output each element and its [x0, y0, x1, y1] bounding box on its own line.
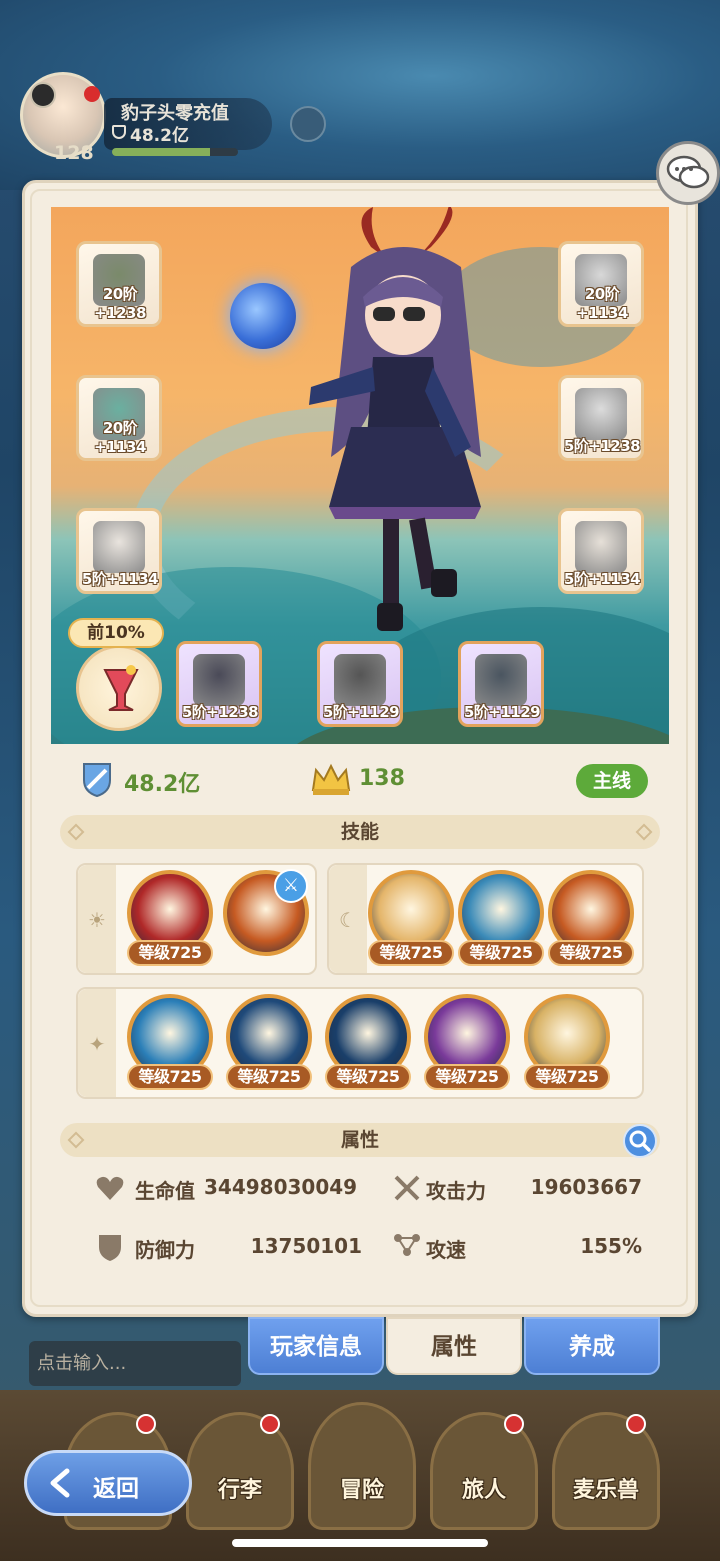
equipment-slot[interactable]: 5阶+1129 [458, 641, 544, 727]
attributes-title: 属性 [340, 1129, 379, 1151]
skill-level-label: 等级725 [524, 1064, 610, 1090]
equipment-slot[interactable]: 20阶+1134 [558, 241, 644, 327]
character-sprite [309, 207, 481, 631]
equipment-level-label: 5阶+1129 [463, 703, 541, 721]
equipment-level-label: 20阶+1134 [94, 419, 146, 456]
banner-diamond [67, 1131, 85, 1149]
skill-level-label: 等级725 [226, 1064, 312, 1090]
equipment-icon [475, 654, 527, 706]
heart-icon [96, 1176, 124, 1200]
notification-dot [260, 1414, 280, 1434]
defense-label: 防御力 [135, 1238, 195, 1262]
nav-label-pet: 麦乐兽 [572, 1478, 639, 1503]
equipment-icon [334, 654, 386, 706]
sun-icon: ☀ [88, 908, 106, 932]
equipment-icon [575, 388, 627, 440]
banner-diamond [635, 823, 653, 841]
notification-dot [136, 1414, 156, 1434]
skill-level-label: 等级725 [127, 940, 213, 966]
hp-label: 生命值 [135, 1179, 195, 1203]
moon-icon: ☾ [339, 908, 357, 932]
exp-bar [112, 148, 238, 156]
equipment-level-label: 20阶+1238 [94, 285, 146, 322]
skills-banner: 技能 [60, 815, 660, 849]
nav-item-adventure[interactable] [308, 1402, 416, 1530]
attack-label: 攻击力 [426, 1179, 486, 1203]
tab-attributes[interactable]: 属性 [386, 1317, 522, 1375]
exp-bar-fill [112, 148, 211, 156]
crown-icon [311, 763, 351, 795]
sword-icon[interactable]: ⚔ [274, 869, 308, 903]
equipment-slot[interactable]: 20阶+1134 [76, 375, 162, 461]
chat-input[interactable]: 点击输入... [29, 1341, 241, 1386]
equipment-level-label: 5阶+1129 [322, 703, 400, 721]
notification-dot [504, 1414, 524, 1434]
skill-level-label: 等级725 [458, 940, 544, 966]
equipment-icon [93, 521, 145, 573]
back-button[interactable]: 返回 [24, 1450, 192, 1516]
skills-title: 技能 [340, 821, 379, 843]
notification-dot [626, 1414, 646, 1434]
equipment-icon [193, 654, 245, 706]
skill-level-label: 等级725 [325, 1064, 411, 1090]
player-power: 48.2亿 [130, 126, 189, 146]
star-icon: ✦ [88, 1032, 106, 1056]
skill-level-label: 等级725 [548, 940, 634, 966]
shield-icon [112, 125, 126, 139]
equipment-slot[interactable]: 5阶+1134 [558, 508, 644, 594]
magic-orb [230, 283, 296, 349]
equipment-icon [575, 521, 627, 573]
back-arrow-icon [50, 1468, 70, 1498]
attack-speed-icon [394, 1234, 420, 1256]
defense-value: 13750101 [250, 1234, 362, 1258]
player-level: 128 [54, 142, 94, 164]
equipment-level-label: 5阶+1238 [181, 703, 259, 721]
bear-icon[interactable] [290, 106, 326, 142]
combat-power-icon [83, 763, 111, 798]
skill-level-label: 等级725 [424, 1064, 510, 1090]
mainline-tag: 主线 [576, 764, 648, 798]
potion-slot[interactable] [76, 645, 162, 731]
equipment-level-label: 5阶+1134 [563, 570, 641, 588]
nav-label-traveler: 旅人 [461, 1478, 506, 1503]
equipment-slot[interactable]: 5阶+1134 [76, 508, 162, 594]
notification-dot [84, 86, 100, 102]
potion-icon [103, 665, 139, 711]
attack-speed-value: 155% [580, 1234, 642, 1258]
equipment-slot[interactable]: 20阶+1238 [76, 241, 162, 327]
equipment-slot[interactable]: 5阶+1238 [176, 641, 262, 727]
attack-speed-label: 攻速 [426, 1238, 466, 1262]
badge-icon [30, 82, 56, 108]
chat-bubble-icon [666, 155, 710, 189]
equipment-level-label: 5阶+1238 [563, 437, 641, 455]
nav-label-adventure: 冒险 [339, 1478, 384, 1503]
shield-icon [99, 1235, 121, 1261]
equipment-slot[interactable]: 5阶+1238 [558, 375, 644, 461]
attributes-banner: 属性 [60, 1123, 660, 1157]
nav-label-luggage: 行李 [217, 1478, 262, 1503]
attribute-detail-button[interactable] [623, 1124, 657, 1158]
equipment-level-label: 5阶+1134 [81, 570, 159, 588]
skill-level-label: 等级725 [368, 940, 454, 966]
top-background [0, 0, 720, 190]
hp-value: 34498030049 [204, 1175, 358, 1199]
equipment-level-label: 20阶+1134 [576, 285, 628, 322]
equipment-slot[interactable]: 5阶+1129 [317, 641, 403, 727]
combat-power-value: 48.2亿 [124, 772, 201, 797]
tab-nurture[interactable]: 养成 [524, 1317, 660, 1375]
level-value: 138 [359, 766, 405, 791]
home-indicator [232, 1539, 488, 1547]
crossed-swords-icon [394, 1175, 420, 1201]
banner-diamond [67, 823, 85, 841]
tab-player-info[interactable]: 玩家信息 [248, 1317, 384, 1375]
chat-button[interactable] [656, 141, 720, 205]
search-icon [629, 1130, 651, 1152]
skill-level-label: 等级725 [127, 1064, 213, 1090]
back-label: 返回 [93, 1476, 139, 1502]
attack-value: 19603667 [530, 1175, 642, 1199]
ranking-tag: 前10% [68, 618, 164, 648]
